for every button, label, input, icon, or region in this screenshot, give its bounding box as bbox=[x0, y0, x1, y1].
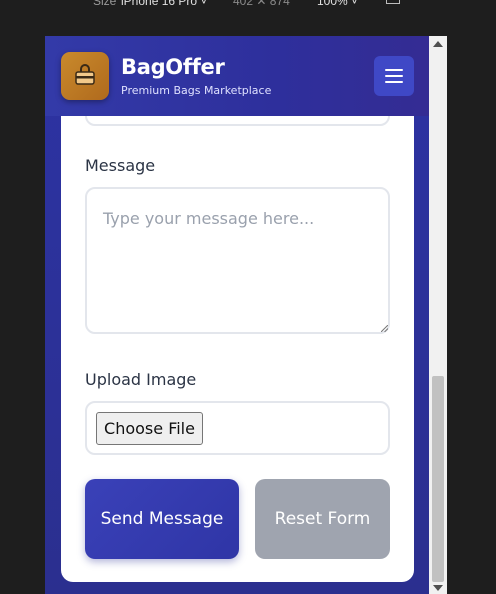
resize-grip-icon[interactable] bbox=[381, 325, 388, 332]
dimensions-readout[interactable]: 402 ✕ 874 bbox=[233, 0, 290, 8]
width-value[interactable]: 402 bbox=[233, 0, 253, 8]
reset-form-button[interactable]: Reset Form bbox=[255, 479, 390, 559]
menu-line bbox=[385, 81, 403, 83]
zoom-select[interactable]: 100% ˅ bbox=[317, 0, 358, 8]
times-sign: ✕ bbox=[256, 0, 267, 8]
choose-file-button[interactable]: Choose File bbox=[96, 412, 203, 445]
scrollbar-thumb[interactable] bbox=[432, 376, 444, 582]
brand-tagline: Premium Bags Marketplace bbox=[121, 84, 272, 97]
scroll-up-arrow-icon[interactable] bbox=[433, 41, 443, 47]
brand-name[interactable]: BagOffer bbox=[121, 55, 225, 79]
message-label: Message bbox=[85, 156, 156, 175]
rotate-icon[interactable] bbox=[386, 0, 400, 4]
device-viewport: Message Upload Image Choose File Send Me… bbox=[45, 36, 447, 594]
device-select[interactable]: iPhone 16 Pro ˅ bbox=[121, 0, 207, 8]
devtools-size-label: Size bbox=[93, 0, 117, 8]
upload-image-label: Upload Image bbox=[85, 370, 197, 389]
menu-line bbox=[385, 75, 403, 77]
devtools-toolbar: Size iPhone 16 Pro ˅ 402 ✕ 874 100% ˅ bbox=[0, 0, 496, 10]
vertical-scrollbar[interactable] bbox=[429, 36, 447, 594]
file-input-wrapper: Choose File bbox=[85, 401, 390, 455]
hamburger-menu-button[interactable] bbox=[374, 56, 414, 96]
device-name: iPhone 16 Pro bbox=[121, 0, 198, 8]
shopping-bag-icon bbox=[75, 64, 95, 85]
contact-form-card: Message Upload Image Choose File Send Me… bbox=[61, 104, 414, 582]
site-header: BagOffer Premium Bags Marketplace bbox=[45, 36, 429, 116]
send-message-button[interactable]: Send Message bbox=[85, 479, 239, 559]
message-textarea[interactable] bbox=[85, 187, 390, 334]
zoom-value: 100% bbox=[317, 0, 348, 8]
hamburger-menu-icon bbox=[385, 69, 403, 71]
brand-logo[interactable] bbox=[61, 52, 109, 100]
scroll-down-arrow-icon[interactable] bbox=[433, 585, 443, 591]
height-value[interactable]: 874 bbox=[270, 0, 290, 8]
